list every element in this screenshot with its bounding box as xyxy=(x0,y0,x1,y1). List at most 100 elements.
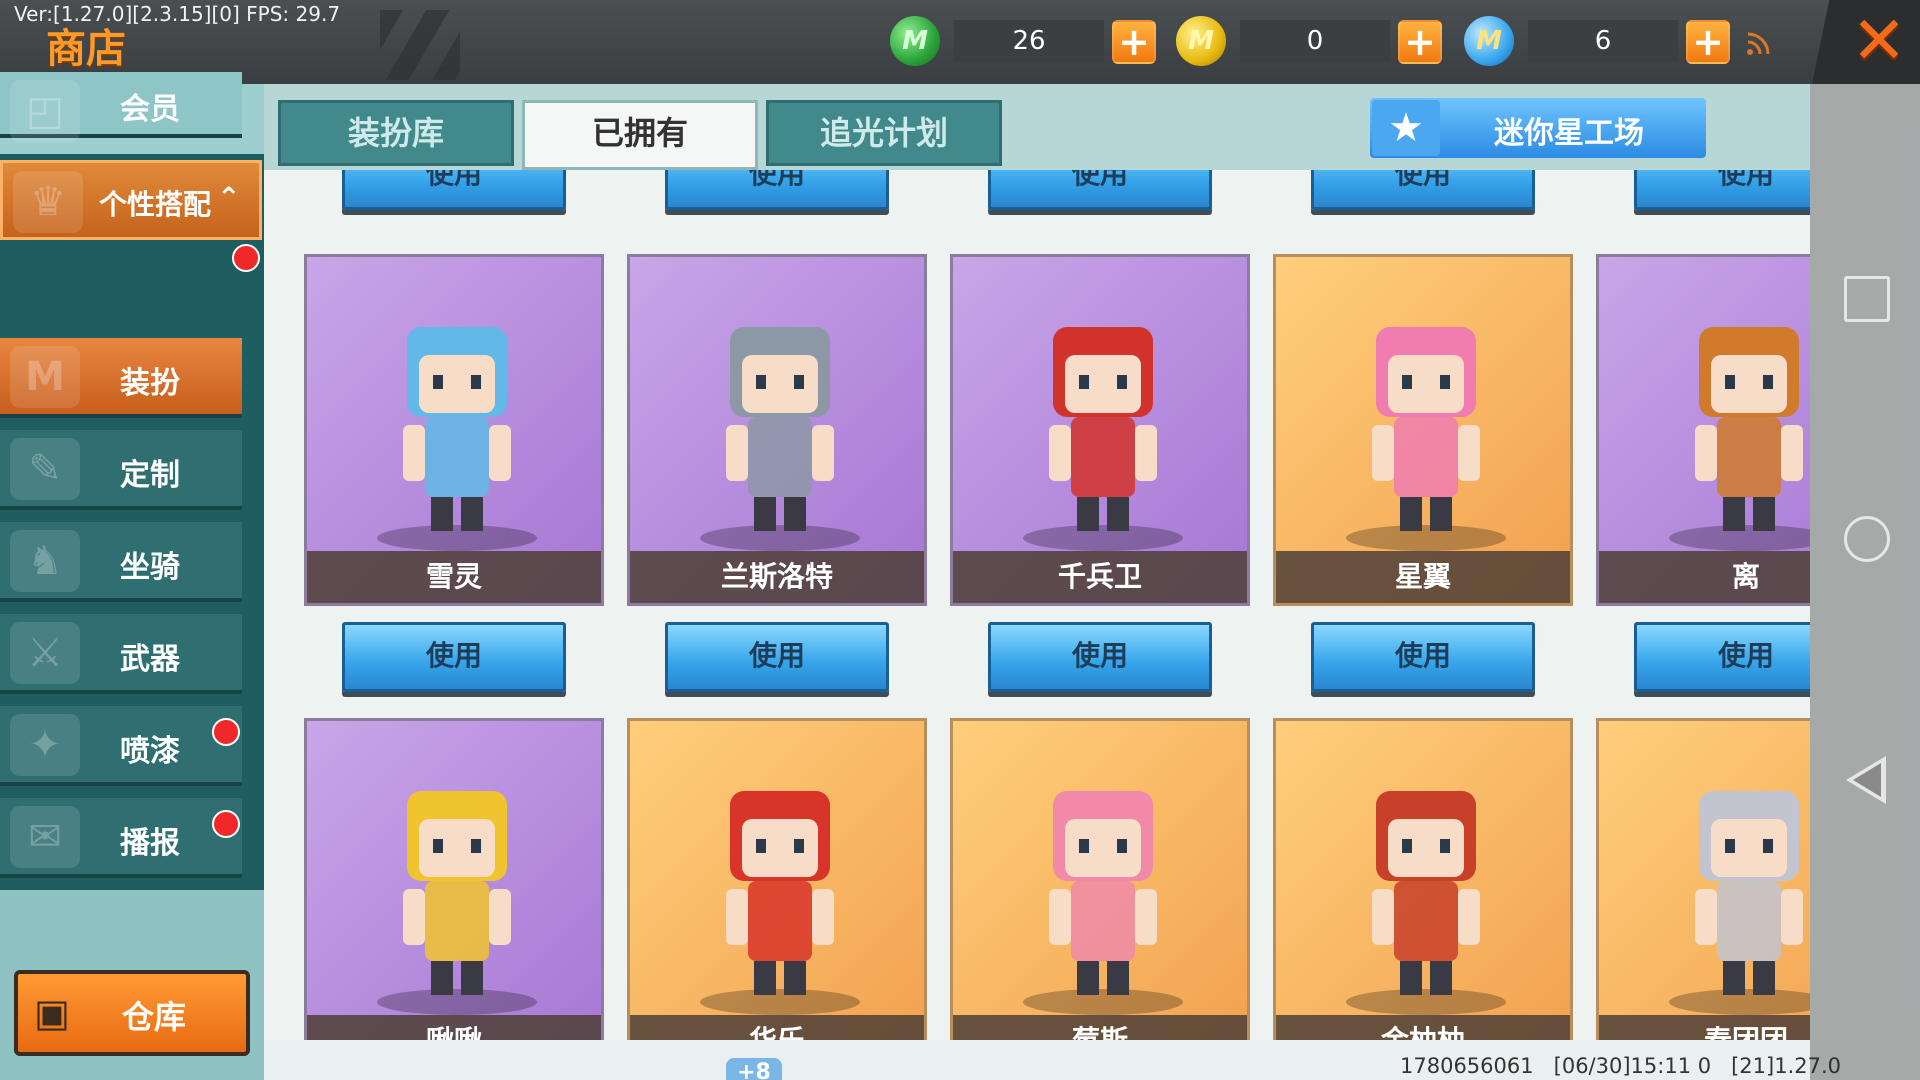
currency-amount: 26 xyxy=(954,20,1104,62)
home-icon[interactable] xyxy=(1844,516,1890,562)
outfit-card[interactable]: 千兵卫 xyxy=(950,254,1250,606)
weapon-icon: ⚔ xyxy=(10,622,80,684)
mini-bean-green-coin-icon: M xyxy=(890,16,940,66)
sidebar-item-label: 喷漆 xyxy=(120,734,180,769)
back-icon[interactable] xyxy=(1846,756,1886,804)
sidebar-group-personal-style[interactable]: ♛ 个性搭配 ⌃ xyxy=(0,160,262,240)
outfit-name: 雪灵 xyxy=(307,551,601,603)
character-portrait xyxy=(1049,327,1157,531)
use-button[interactable]: 使用 xyxy=(342,622,566,692)
outfit-name: 千兵卫 xyxy=(953,551,1247,603)
use-button[interactable]: 使用 xyxy=(665,170,889,210)
dress-up-icon: M xyxy=(10,346,80,408)
recent-apps-icon[interactable] xyxy=(1844,276,1890,322)
notification-dot xyxy=(212,810,240,838)
sidebar-item-dress-up[interactable]: M 装扮 xyxy=(0,338,242,418)
mini-star-studio-button[interactable]: ★ 迷你星工场 xyxy=(1370,98,1706,158)
character-portrait xyxy=(1372,791,1480,995)
footer-info-text: 1780656061 [06/30]15:11 0 [21]1.27.0 xyxy=(1400,1054,1842,1078)
decor-stripes xyxy=(380,10,460,80)
tab-owned[interactable]: 已拥有 xyxy=(522,100,758,170)
sidebar-item-label: 武器 xyxy=(120,642,180,677)
outfit-card[interactable]: 星翼 xyxy=(1273,254,1573,606)
use-button[interactable]: 使用 xyxy=(1634,170,1810,210)
outfit-name: 金柚柚 xyxy=(1276,1015,1570,1040)
studio-label: 迷你星工场 xyxy=(1494,116,1644,151)
mini-coin-blue-icon: M xyxy=(1464,16,1514,66)
outfit-name: 啾啾 xyxy=(307,1015,601,1040)
outfit-card[interactable]: 华乐 xyxy=(627,718,927,1040)
notification-dot xyxy=(212,718,240,746)
outfit-card[interactable]: 啾啾 xyxy=(304,718,604,1040)
character-portrait xyxy=(1695,327,1803,531)
add-currency-button[interactable]: + xyxy=(1112,20,1156,64)
use-button[interactable]: 使用 xyxy=(988,622,1212,692)
mini-coin-gold-icon: M xyxy=(1176,16,1226,66)
sidebar-item-spray[interactable]: ✦ 喷漆 xyxy=(0,706,242,786)
close-icon[interactable]: ✕ xyxy=(1846,6,1912,76)
trophy-icon: ♛ xyxy=(13,171,83,233)
mount-icon: ♞ xyxy=(10,530,80,592)
system-nav-overlay xyxy=(1810,84,1920,1080)
sidebar-item-mount[interactable]: ♞ 坐骑 xyxy=(0,522,242,602)
outfit-card[interactable]: 离 xyxy=(1596,254,1810,606)
character-portrait xyxy=(1695,791,1803,995)
currency-mini-bean: M 26 + xyxy=(890,14,1160,70)
sidebar-item-customize[interactable]: ✎ 定制 xyxy=(0,430,242,510)
notification-dot xyxy=(232,244,260,272)
outfit-name: 春团团 xyxy=(1599,1015,1810,1040)
sidebar-item-label: 播报 xyxy=(120,826,180,861)
character-portrait xyxy=(1372,327,1480,531)
currency-amount: 6 xyxy=(1528,20,1678,62)
outfit-name: 星翼 xyxy=(1276,551,1570,603)
sidebar-item-label: 定制 xyxy=(120,458,180,493)
use-button[interactable]: 使用 xyxy=(342,170,566,210)
chest-icon: ▣ xyxy=(34,991,70,1035)
add-currency-button[interactable]: + xyxy=(1398,20,1442,64)
use-button[interactable]: 使用 xyxy=(1311,622,1535,692)
sidebar-item-broadcast[interactable]: ✉ 播报 xyxy=(0,798,242,878)
outfit-card[interactable]: 春团团 xyxy=(1596,718,1810,1040)
outfit-card[interactable]: 莓斯 xyxy=(950,718,1250,1040)
spray-paint-icon: ✦ xyxy=(10,714,80,776)
star-icon: ★ xyxy=(1372,100,1440,156)
tab-chase-light-plan[interactable]: 追光计划 xyxy=(766,100,1002,166)
signal-icon xyxy=(1744,28,1778,62)
sidebar-item-member[interactable]: ◰ 会员 xyxy=(0,72,242,142)
outfit-card[interactable]: 兰斯洛特 xyxy=(627,254,927,606)
sidebar-group-label: 个性搭配 xyxy=(99,188,212,221)
outfit-name: 离 xyxy=(1599,551,1810,603)
warehouse-button[interactable]: ▣ 仓库 xyxy=(14,970,250,1056)
page-title: 商店 xyxy=(46,26,126,72)
outfit-name: 莓斯 xyxy=(953,1015,1247,1040)
more-items-badge: +8 xyxy=(726,1058,782,1080)
customize-icon: ✎ xyxy=(10,438,80,500)
use-button[interactable]: 使用 xyxy=(1634,622,1810,692)
owned-items-grid: 使用 使用 使用 使用 使用 雪灵 兰斯洛特 千兵卫 星翼离 使用 使用 使用 使用 … xyxy=(264,170,1810,1040)
outfit-card[interactable]: 雪灵 xyxy=(304,254,604,606)
sidebar-item-weapon[interactable]: ⚔ 武器 xyxy=(0,614,242,694)
outfit-card[interactable]: 金柚柚 xyxy=(1273,718,1573,1040)
member-icon: ◰ xyxy=(10,80,80,142)
sidebar-item-label: 会员 xyxy=(120,92,180,127)
broadcast-icon: ✉ xyxy=(10,806,80,868)
currency-amount: 0 xyxy=(1240,20,1390,62)
add-currency-button[interactable]: + xyxy=(1686,20,1730,64)
character-portrait xyxy=(726,327,834,531)
outfit-name: 兰斯洛特 xyxy=(630,551,924,603)
use-button[interactable]: 使用 xyxy=(1311,170,1535,210)
outfit-name: 华乐 xyxy=(630,1015,924,1040)
use-button[interactable]: 使用 xyxy=(988,170,1212,210)
chevron-up-icon: ⌃ xyxy=(217,181,241,214)
character-portrait xyxy=(403,791,511,995)
currency-mini-coin: M 0 + xyxy=(1176,14,1446,70)
character-portrait xyxy=(403,327,511,531)
use-button[interactable]: 使用 xyxy=(665,622,889,692)
character-portrait xyxy=(726,791,834,995)
tab-outfit-library[interactable]: 装扮库 xyxy=(278,100,514,166)
character-portrait xyxy=(1049,791,1157,995)
sidebar-item-label: 坐骑 xyxy=(120,550,180,585)
currency-mini-point: M 6 + xyxy=(1464,14,1734,70)
warehouse-label: 仓库 xyxy=(122,998,187,1036)
sidebar-item-label: 装扮 xyxy=(120,366,180,401)
